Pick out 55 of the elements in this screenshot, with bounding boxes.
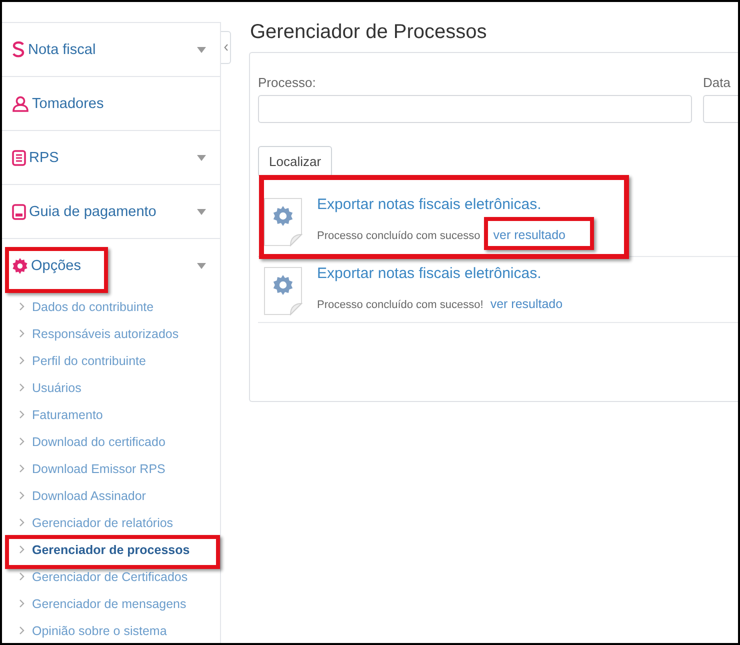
field-label: Data (703, 75, 732, 90)
chevron-icon (19, 572, 25, 581)
search-button[interactable]: Localizar (258, 146, 332, 177)
submenu-item[interactable]: Dados do contribuinte (32, 300, 154, 314)
result-link[interactable]: ver resultado (490, 297, 563, 311)
collapse-tab[interactable] (221, 31, 231, 64)
chevron-icon (19, 383, 25, 392)
submenu-item[interactable]: Download Emissor RPS (32, 462, 166, 476)
menu-item[interactable]: Nota fiscal (12, 41, 197, 58)
submenu-item[interactable]: Download do certificado (32, 434, 166, 448)
submenu-item[interactable]: Gerenciador de relatórios (32, 516, 174, 530)
menu-item[interactable]: Tomadores (12, 96, 206, 112)
caret-icon (197, 46, 206, 52)
submenu-item[interactable]: Gerenciador de Certificados (32, 570, 188, 584)
page-title: Gerenciador de Processos (250, 21, 488, 44)
result-link[interactable]: ver resultado (493, 228, 566, 242)
chevron-icon (19, 356, 25, 365)
gear-document-icon (263, 197, 303, 247)
process-status: Processo concluído com sucesso (317, 230, 480, 242)
submenu-item[interactable]: Opinião sobre o sistema (32, 624, 167, 638)
submenu-item[interactable]: Gerenciador de processos (32, 542, 190, 556)
process-status: Processo concluído com sucesso! (317, 299, 484, 311)
field-label: Processo: (258, 75, 317, 90)
document-icon (12, 150, 26, 166)
submenu-item[interactable]: Download Assinador (32, 488, 146, 502)
submenu-item[interactable]: Perfil do contribuinte (32, 354, 146, 368)
chevron-icon (19, 518, 25, 527)
chevron-icon (19, 302, 25, 311)
submenu-item[interactable]: Faturamento (32, 408, 103, 422)
input-field[interactable] (258, 95, 692, 123)
chevron-icon (224, 44, 228, 51)
chevron-icon (19, 464, 25, 473)
submenu-item[interactable]: Usuários (32, 380, 82, 394)
chevron-icon (19, 437, 25, 446)
chevron-icon (19, 410, 25, 419)
chevron-icon (19, 491, 25, 500)
dollar-icon (12, 41, 25, 58)
caret-icon (197, 208, 206, 214)
gear-document-icon (263, 266, 303, 316)
process-title[interactable]: Exportar notas fiscais eletrônicas. (317, 265, 563, 282)
chevron-icon (19, 329, 25, 338)
caret-icon (197, 154, 206, 160)
process-title[interactable]: Exportar notas fiscais eletrônicas. (317, 196, 566, 213)
chevron-icon (19, 545, 25, 554)
chevron-icon (19, 626, 25, 635)
menu-item[interactable]: RPS (12, 150, 197, 166)
menu-item[interactable]: Guia de pagamento (12, 204, 197, 220)
receipt-icon (12, 204, 26, 220)
submenu-item[interactable]: Responsáveis autorizados (32, 326, 179, 340)
menu-item[interactable]: Opções (12, 258, 197, 274)
gear-icon (12, 258, 28, 274)
chevron-icon (19, 599, 25, 608)
submenu-item[interactable]: Gerenciador de mensagens (32, 596, 186, 610)
caret-icon (197, 263, 206, 269)
user-icon (12, 96, 29, 112)
